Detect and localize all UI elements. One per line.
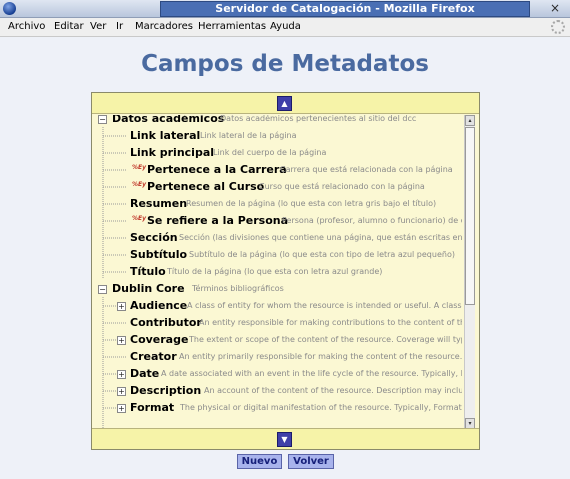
node-description: An entity primarily responsible for maki… — [179, 352, 462, 361]
scrollbar-thumb[interactable] — [465, 127, 475, 305]
menu-ayuda[interactable]: Ayuda — [270, 21, 301, 32]
tree-leaf-subtitulo[interactable]: Subtítulo Subtítulo de la página (lo que… — [92, 247, 462, 264]
node-label: Pertenece al Curso — [147, 180, 265, 193]
node-description: Link del cuerpo de la página — [213, 148, 327, 157]
node-label: Link lateral — [130, 129, 201, 142]
node-label: Contributor — [130, 316, 202, 329]
node-label: Sección — [130, 231, 178, 244]
expand-icon[interactable]: + — [117, 336, 126, 345]
window-title: Servidor de Catalogación - Mozilla Firef… — [160, 1, 530, 17]
menu-editar[interactable]: Editar — [54, 21, 84, 32]
tree-leaf-pertenece-curso[interactable]: %Ey Pertenece al Curso Curso que está re… — [92, 179, 462, 196]
node-description: Sección (las divisiones que contiene una… — [179, 233, 462, 242]
node-description: Persona (profesor, alumno o funcionario)… — [282, 216, 462, 225]
back-button[interactable]: Volver — [288, 454, 334, 469]
menu-archivo[interactable]: Archivo — [8, 21, 45, 32]
node-label: Pertenece a la Carrera — [147, 163, 287, 176]
tree-leaf-link-lateral[interactable]: Link lateral Link lateral de la página — [92, 128, 462, 145]
node-label: Audience — [130, 299, 188, 312]
node-description: Datos académicos pertenecientes al sitio… — [220, 115, 417, 123]
tree-node-date[interactable]: + Date A date associated with an event i… — [92, 366, 462, 383]
node-label: Date — [130, 367, 160, 380]
tree-leaf-contributor[interactable]: Contributor An entity responsible for ma… — [92, 315, 462, 332]
reference-icon: %Ey — [132, 215, 147, 222]
page-content: Campos de Metadatos ▲ − Datos académicos… — [0, 37, 570, 479]
tree-node-description[interactable]: + Description An account of the content … — [92, 383, 462, 400]
menu-ver[interactable]: Ver — [90, 21, 106, 32]
node-label: Se refiere a la Persona — [147, 214, 289, 227]
node-description: The extent or scope of the content of th… — [189, 335, 462, 344]
menu-marcadores[interactable]: Marcadores — [135, 21, 193, 32]
tree-node-format[interactable]: + Format The physical or digital manifes… — [92, 400, 462, 417]
node-description: A class of entity for whom the resource … — [187, 301, 462, 310]
scrollbar-up-arrow-icon[interactable]: ▴ — [465, 115, 475, 126]
close-icon[interactable]: × — [548, 2, 562, 15]
node-description: Título de la página (lo que esta con let… — [167, 267, 383, 276]
menu-ir[interactable]: Ir — [116, 21, 123, 32]
tree-leaf-link-principal[interactable]: Link principal Link del cuerpo de la pág… — [92, 145, 462, 162]
tree-node-dublin-core[interactable]: − Dublin Core Términos bibliográficos — [92, 281, 462, 298]
expand-icon[interactable]: + — [117, 387, 126, 396]
node-description: Resumen de la página (lo que esta con le… — [186, 199, 437, 208]
menu-bar: Archivo Editar Ver Ir Marcadores Herrami… — [0, 18, 570, 37]
node-label: Subtítulo — [130, 248, 188, 261]
reference-icon: %Ey — [132, 164, 147, 171]
firefox-icon — [3, 2, 16, 15]
metadata-panel: ▲ − Datos académicos Datos académicos pe… — [91, 92, 480, 450]
tree-node-audience[interactable]: + Audience A class of entity for whom th… — [92, 298, 462, 315]
panel-top-bar: ▲ — [92, 93, 479, 114]
tree-leaf-se-refiere-persona[interactable]: %Ey Se refiere a la Persona Persona (pro… — [92, 213, 462, 230]
tree-leaf-seccion[interactable]: Sección Sección (las divisiones que cont… — [92, 230, 462, 247]
tree-leaf-pertenece-carrera[interactable]: %Ey Pertenece a la Carrera Carrera que e… — [92, 162, 462, 179]
expand-icon[interactable]: + — [117, 404, 126, 413]
node-description: The physical or digital manifestation of… — [180, 403, 462, 412]
collapse-icon[interactable]: − — [98, 115, 107, 124]
node-description: Subtítulo de la página (lo que esta con … — [189, 250, 455, 259]
tree-leaf-resumen[interactable]: Resumen Resumen de la página (lo que est… — [92, 196, 462, 213]
node-label: Creator — [130, 350, 177, 363]
node-description: Términos bibliográficos — [192, 284, 284, 293]
tree-leaf-titulo[interactable]: Título Título de la página (lo que esta … — [92, 264, 462, 281]
node-label: Dublin Core — [112, 282, 185, 295]
window-titlebar: Servidor de Catalogación - Mozilla Firef… — [0, 0, 570, 18]
node-label: Format — [130, 401, 175, 414]
node-description: Carrera que está relacionada con la pági… — [280, 165, 453, 174]
node-label: Link principal — [130, 146, 215, 159]
panel-bottom-bar: ▼ — [92, 428, 479, 449]
throbber-icon — [551, 20, 565, 34]
node-label: Description — [130, 384, 202, 397]
node-description: A date associated with an event in the l… — [161, 369, 462, 378]
node-label: Título — [130, 265, 166, 278]
tree-leaf-creator[interactable]: Creator An entity primarily responsible … — [92, 349, 462, 366]
node-description: An account of the content of the resourc… — [204, 386, 462, 395]
expand-icon[interactable]: + — [117, 370, 126, 379]
node-label: Resumen — [130, 197, 188, 210]
collapse-icon[interactable]: − — [98, 285, 107, 294]
metadata-tree: − Datos académicos Datos académicos pert… — [92, 115, 479, 429]
node-description: Link lateral de la página — [200, 131, 297, 140]
scroll-down-button[interactable]: ▼ — [277, 432, 292, 447]
menu-herramientas[interactable]: Herramientas — [198, 21, 266, 32]
expand-icon[interactable]: + — [117, 302, 126, 311]
tree-node-datos-academicos[interactable]: − Datos académicos Datos académicos pert… — [92, 115, 462, 128]
new-button[interactable]: Nuevo — [237, 454, 282, 469]
tree-node-coverage[interactable]: + Coverage The extent or scope of the co… — [92, 332, 462, 349]
page-title: Campos de Metadatos — [141, 51, 429, 77]
node-description: Curso que está relacionado con la página — [259, 182, 425, 191]
scroll-up-button[interactable]: ▲ — [277, 96, 292, 111]
node-label: Datos académicos — [112, 115, 225, 125]
tree-scrollbar[interactable]: ▴ ▾ — [464, 115, 475, 429]
reference-icon: %Ey — [132, 181, 147, 188]
node-label: Coverage — [130, 333, 189, 346]
node-description: An entity responsible for making contrib… — [199, 318, 462, 327]
